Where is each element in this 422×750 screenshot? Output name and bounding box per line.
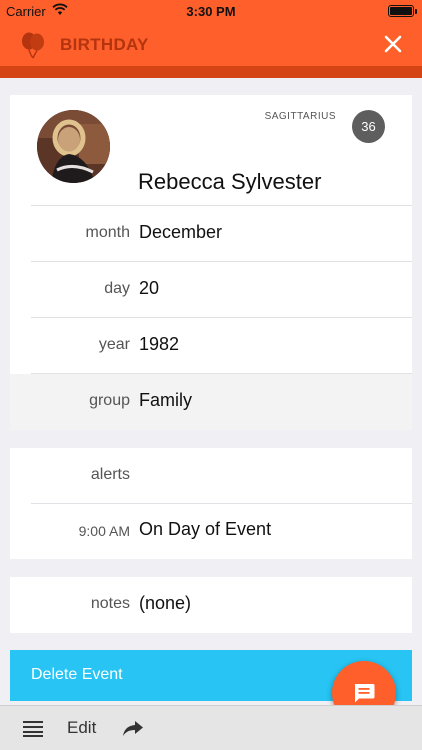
- alert-time: 9:00 AM: [78, 523, 130, 539]
- month-row[interactable]: month December: [10, 206, 412, 262]
- month-label: month: [85, 224, 130, 241]
- balloons-icon: [22, 32, 44, 59]
- age-badge: 36: [352, 110, 385, 143]
- year-label: year: [98, 336, 130, 353]
- day-value: 20: [139, 278, 160, 298]
- status-bar: Carrier 3:30 PM: [0, 0, 422, 22]
- month-value: December: [139, 222, 223, 242]
- group-label: group: [89, 392, 130, 409]
- avatar-photo: [37, 110, 110, 183]
- year-row[interactable]: year 1982: [10, 318, 412, 374]
- alerts-row[interactable]: alerts: [10, 448, 412, 504]
- year-value: 1982: [139, 334, 180, 354]
- bottom-toolbar: Edit: [0, 705, 422, 750]
- nav-bar: BIRTHDAY: [0, 22, 422, 66]
- close-icon[interactable]: [382, 33, 404, 55]
- group-row[interactable]: group Family: [10, 374, 412, 430]
- day-label: day: [104, 280, 130, 297]
- notes-value: (none): [139, 593, 192, 613]
- list-icon[interactable]: [23, 721, 43, 737]
- alert-text: On Day of Event: [139, 519, 272, 539]
- battery-icon: [388, 5, 417, 17]
- alerts-card: alerts 9:00 AM On Day of Event: [10, 448, 412, 559]
- details-card: SAGITTARIUS 36 Rebecca Sylvester month D…: [10, 95, 412, 430]
- edit-button[interactable]: Edit: [67, 718, 96, 738]
- contact-name: Rebecca Sylvester: [138, 169, 322, 194]
- share-icon[interactable]: [122, 719, 144, 737]
- day-row[interactable]: day 20: [10, 262, 412, 318]
- alert-item[interactable]: 9:00 AM On Day of Event: [10, 503, 412, 559]
- group-value: Family: [139, 390, 192, 410]
- notes-card: notes (none): [10, 577, 412, 633]
- message-icon: [354, 684, 375, 703]
- notes-row[interactable]: notes (none): [10, 577, 412, 633]
- page-title: BIRTHDAY: [60, 35, 149, 54]
- alerts-label: alerts: [90, 466, 130, 483]
- avatar[interactable]: [37, 110, 110, 183]
- notes-label: notes: [90, 595, 130, 612]
- status-time: 3:30 PM: [186, 4, 236, 19]
- zodiac-label: SAGITTARIUS: [264, 111, 336, 122]
- nav-shadow: [0, 66, 422, 78]
- delete-event-label: Delete Event: [31, 666, 123, 683]
